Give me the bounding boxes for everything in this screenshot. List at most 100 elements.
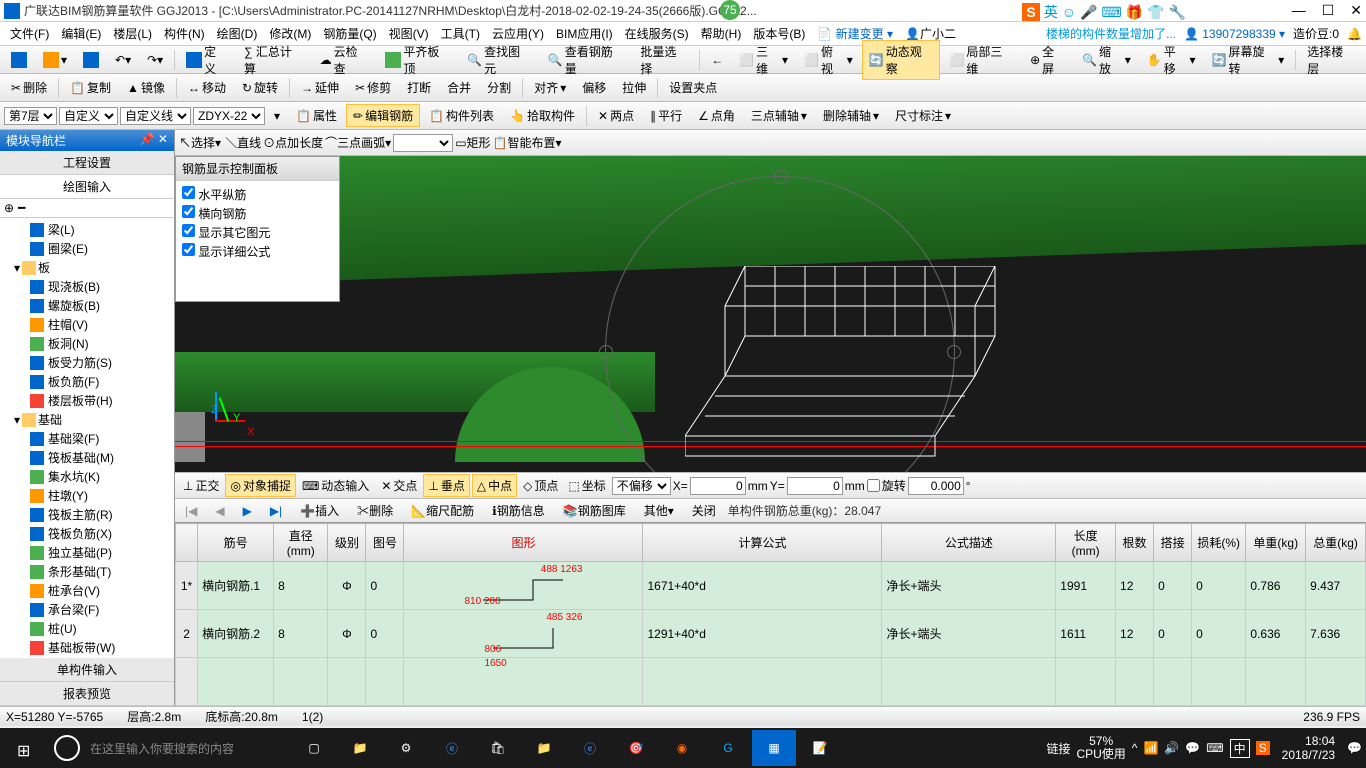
arc-select[interactable] bbox=[393, 134, 453, 152]
col-desc[interactable]: 公式描述 bbox=[882, 524, 1056, 562]
cortana-icon[interactable] bbox=[54, 735, 80, 761]
tree-neg-bar[interactable]: 板负筋(F) bbox=[2, 372, 172, 391]
coord-button[interactable]: ⬚坐标 bbox=[564, 475, 609, 496]
tree-foundation-group[interactable]: ▾基础 bbox=[2, 410, 172, 429]
tray-vol-icon[interactable]: 🔊 bbox=[1164, 741, 1179, 755]
find-element-button[interactable]: 🔍查找图元 bbox=[460, 40, 539, 80]
arc-button[interactable]: ⌒三点画弧▾ bbox=[325, 134, 391, 151]
clock[interactable]: 18:04 2018/7/23 bbox=[1276, 734, 1341, 763]
flush-top-button[interactable]: 平齐板顶 bbox=[378, 40, 458, 80]
tab-draw-input[interactable]: 绘图输入 bbox=[0, 175, 174, 199]
code-select[interactable]: ZDYX-22 bbox=[193, 107, 265, 125]
edit-rebar-button[interactable]: ✏编辑钢筋 bbox=[346, 104, 420, 127]
col-pic[interactable]: 图号 bbox=[366, 524, 404, 562]
smart-layout-button[interactable]: 📋智能布置▾ bbox=[493, 134, 562, 151]
break-button[interactable]: 打断 bbox=[400, 76, 438, 99]
back-button[interactable]: ← bbox=[704, 50, 730, 70]
opt-transverse[interactable]: 横向钢筋 bbox=[182, 204, 333, 223]
osnap-button[interactable]: ◎对象捕捉 bbox=[225, 474, 296, 497]
tree-raft-main[interactable]: 筏板主筋(R) bbox=[2, 505, 172, 524]
point-angle-button[interactable]: ∠点角 bbox=[691, 104, 742, 127]
dimension-button[interactable]: 尺寸标注▾ bbox=[888, 104, 958, 127]
redo-button[interactable]: ↷▾ bbox=[140, 50, 170, 70]
table-row[interactable]: 1650 bbox=[176, 658, 1366, 706]
extend-button[interactable]: →延伸 bbox=[294, 76, 346, 99]
line-button[interactable]: ＼直线 bbox=[225, 134, 261, 151]
sogou-icon[interactable]: S bbox=[1022, 3, 1039, 21]
next-button[interactable]: ▶ bbox=[237, 502, 258, 520]
tb-app4[interactable]: ◉ bbox=[660, 730, 704, 766]
notification-icon[interactable]: 💬 bbox=[1347, 741, 1362, 755]
task-view-icon[interactable]: ▢ bbox=[292, 730, 336, 766]
stretch-button[interactable]: 拉伸 bbox=[615, 76, 653, 99]
link-label[interactable]: 链接 bbox=[1046, 740, 1070, 757]
3d-canvas[interactable]: Z Y X 钢筋显示控制面板 水平纵筋 横向钢筋 显示其它图元 显示详细公式 bbox=[175, 156, 1366, 472]
trim-button[interactable]: ✂修剪 bbox=[348, 76, 398, 99]
rotate-button[interactable]: ↻旋转 bbox=[235, 76, 285, 99]
tree-floor-band[interactable]: 楼层板带(H) bbox=[2, 391, 172, 410]
ime-gift-icon[interactable]: 🎁 bbox=[1126, 4, 1143, 21]
phone-label[interactable]: 👤 13907298339 ▾ bbox=[1184, 27, 1285, 41]
prev-button[interactable]: ◀ bbox=[209, 502, 230, 520]
tb-ie[interactable]: ⓔ bbox=[568, 730, 612, 766]
screen-rotate-button[interactable]: 🔄屏幕旋转▾ bbox=[1205, 40, 1292, 80]
offset-select[interactable]: 不偏移 bbox=[612, 477, 671, 495]
ime-tool-icon[interactable]: 🔧 bbox=[1169, 4, 1186, 21]
tb-store[interactable]: 🛍 bbox=[476, 730, 520, 766]
3d-button[interactable]: ⬜三维▾ bbox=[732, 40, 795, 80]
rotate-checkbox[interactable] bbox=[867, 479, 880, 492]
delete-row-button[interactable]: ✂删除 bbox=[351, 500, 399, 521]
last-button[interactable]: ▶| bbox=[264, 502, 288, 520]
floor-select[interactable]: 第7层 bbox=[4, 107, 57, 125]
ime-mic-icon[interactable]: 🎤 bbox=[1080, 4, 1097, 21]
new-button[interactable] bbox=[4, 49, 34, 71]
open-button[interactable]: ▾ bbox=[36, 49, 74, 71]
tray-sogou-icon[interactable]: S bbox=[1256, 741, 1270, 755]
grip-button[interactable]: 设置夹点 bbox=[662, 76, 724, 99]
tab-engineering[interactable]: 工程设置 bbox=[0, 151, 174, 175]
tree-raft-neg[interactable]: 筏板负筋(X) bbox=[2, 524, 172, 543]
col-tw[interactable]: 总重(kg) bbox=[1306, 524, 1366, 562]
component-list-button[interactable]: 📋构件列表 bbox=[422, 104, 501, 127]
opt-show-formula[interactable]: 显示详细公式 bbox=[182, 242, 333, 261]
rebar-library-button[interactable]: 📚钢筋图库 bbox=[557, 500, 632, 521]
table-row[interactable]: 1* 横向钢筋.1 8 Φ 0 488 1263810 200 1671+40*… bbox=[176, 562, 1366, 610]
search-placeholder[interactable]: 在这里输入你要搜索的内容 bbox=[90, 740, 290, 757]
tree-cap[interactable]: 柱帽(V) bbox=[2, 315, 172, 334]
tree-cap-beam[interactable]: 承台梁(F) bbox=[2, 600, 172, 619]
pick-button[interactable]: 👆拾取构件 bbox=[503, 104, 582, 127]
move-button[interactable]: ↔移动 bbox=[181, 76, 233, 99]
tray-kbd-icon[interactable]: ⌨ bbox=[1206, 741, 1223, 755]
close-button[interactable]: ✕ bbox=[1350, 2, 1362, 19]
sum-calc-button[interactable]: ∑ 汇总计算 bbox=[237, 40, 311, 80]
ime-lang[interactable]: 英 bbox=[1044, 2, 1058, 22]
col-formula[interactable]: 计算公式 bbox=[643, 524, 882, 562]
tree-iso-found[interactable]: 独立基础(P) bbox=[2, 543, 172, 562]
col-dia[interactable]: 直径(mm) bbox=[274, 524, 328, 562]
vertex-button[interactable]: ◇顶点 bbox=[519, 475, 562, 496]
ime-emoji-icon[interactable]: ☺ bbox=[1062, 4, 1076, 20]
custom-select[interactable]: 自定义 bbox=[59, 107, 118, 125]
cloud-check-button[interactable]: ☁云检查 bbox=[313, 40, 377, 80]
tray-msg-icon[interactable]: 💬 bbox=[1185, 741, 1200, 755]
parallel-button[interactable]: ∥平行 bbox=[643, 104, 689, 127]
select-floor-button[interactable]: 选择楼层 bbox=[1300, 40, 1362, 80]
tree-strip-found[interactable]: 条形基础(T) bbox=[2, 562, 172, 581]
col-shape[interactable]: 图形 bbox=[404, 524, 643, 562]
copy-button[interactable]: 📋复制 bbox=[63, 76, 118, 99]
expand-icon[interactable]: ⊕ bbox=[4, 201, 14, 215]
tray-net-icon[interactable]: 📶 bbox=[1143, 741, 1158, 755]
ime-skin-icon[interactable]: 👕 bbox=[1147, 4, 1164, 21]
tree-ring-beam[interactable]: 圈梁(E) bbox=[2, 239, 172, 258]
opt-horizontal[interactable]: 水平纵筋 bbox=[182, 185, 333, 204]
tree-found-beam[interactable]: 基础梁(F) bbox=[2, 429, 172, 448]
col-len[interactable]: 长度(mm) bbox=[1056, 524, 1116, 562]
col-cnt[interactable]: 根数 bbox=[1116, 524, 1154, 562]
first-button[interactable]: |◀ bbox=[179, 502, 203, 520]
tree-pile[interactable]: 桩(U) bbox=[2, 619, 172, 638]
col-idx[interactable] bbox=[176, 524, 198, 562]
point-length-button[interactable]: ⊙点加长度 bbox=[263, 134, 323, 151]
collapse-icon[interactable]: ━ bbox=[18, 201, 25, 215]
tree-raft[interactable]: 筏板基础(M) bbox=[2, 448, 172, 467]
ime-kbd-icon[interactable]: ⌨ bbox=[1101, 4, 1121, 21]
